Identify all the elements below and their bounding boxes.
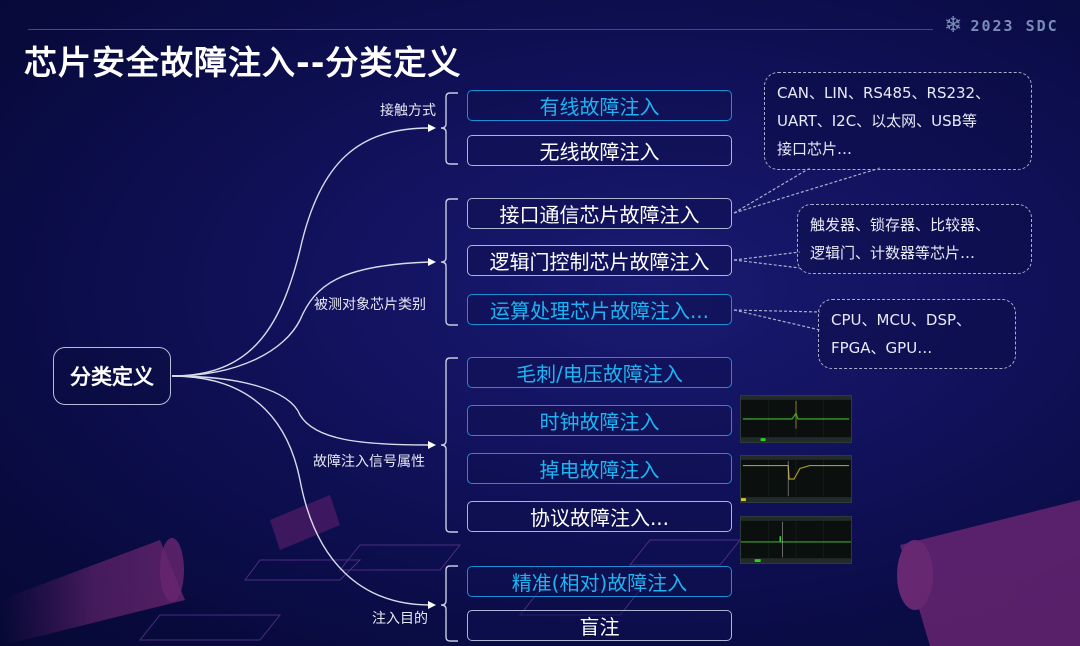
pink-cylinder-right [897,500,1080,646]
node-precise-injection[interactable]: 精准(相对)故障注入 [467,566,732,597]
page-title: 芯片安全故障注入--分类定义 [24,43,462,82]
logo-text: 2023 SDC [970,17,1059,35]
node-power-down[interactable]: 掉电故障注入 [467,453,732,484]
node-wired-injection[interactable]: 有线故障注入 [467,90,732,121]
callout-interface-chips: CAN、LIN、RS485、RS232、 UART、I2C、以太网、USB等 接… [764,72,1032,170]
node-glitch-voltage[interactable]: 毛刺/电压故障注入 [467,357,732,388]
callout-line: FPGA、GPU… [831,339,933,357]
callout-line: 接口芯片… [777,140,853,158]
connector-purpose [171,375,431,606]
callout-line: CPU、MCU、DSP、 [831,311,972,329]
callout-line: 触发器、锁存器、比较器、 [810,216,991,234]
node-blind-injection[interactable]: 盲注 [467,610,732,641]
connector-contact-method [171,127,431,377]
event-logo: ❄ 2023 SDC [944,15,1059,37]
callout-logic-chips: 触发器、锁存器、比较器、 逻辑门、计数器等芯片… [797,204,1032,274]
arrow-head [428,124,436,132]
callout-pointer-logic [733,251,801,269]
node-wireless-injection[interactable]: 无线故障注入 [467,135,732,166]
connector-signal-attr [171,375,431,446]
callout-line: UART、I2C、以太网、USB等 [777,112,977,130]
arrow-head [428,441,436,449]
header-divider [28,29,933,30]
arrow-head [428,258,436,266]
brace-contact-method [440,92,458,165]
category-label-chip-type: 被测对象芯片类别 [314,297,426,313]
snowflake-icon: ❄ [944,13,963,38]
category-label-purpose: 注入目的 [372,611,428,627]
protocol-waveform [740,516,852,564]
node-interface-chip[interactable]: 接口通信芯片故障注入 [467,198,732,229]
brace-signal-attr [440,357,458,533]
callout-line: CAN、LIN、RS485、RS232、 [777,84,991,102]
callout-compute-chips: CPU、MCU、DSP、 FPGA、GPU… [818,299,1016,369]
power-down-waveform [740,455,852,503]
node-clock[interactable]: 时钟故障注入 [467,405,732,436]
brace-chip-type [440,198,458,326]
category-label-signal-attr: 故障注入信号属性 [313,454,425,470]
node-logic-gate-chip[interactable]: 逻辑门控制芯片故障注入 [467,245,732,276]
arrow-head [428,601,436,609]
node-protocol[interactable]: 协议故障注入... [467,501,732,532]
callout-line: 逻辑门、计数器等芯片… [810,244,976,262]
connector-chip-type [171,261,431,377]
clock-glitch-waveform [740,395,852,443]
root-node[interactable]: 分类定义 [53,347,171,405]
category-label-contact-method: 接触方式 [380,103,436,119]
pink-cylinder-left [0,495,340,646]
callout-pointer-compute [733,309,821,331]
brace-purpose [440,565,458,642]
node-compute-chip[interactable]: 运算处理芯片故障注入... [467,294,732,325]
